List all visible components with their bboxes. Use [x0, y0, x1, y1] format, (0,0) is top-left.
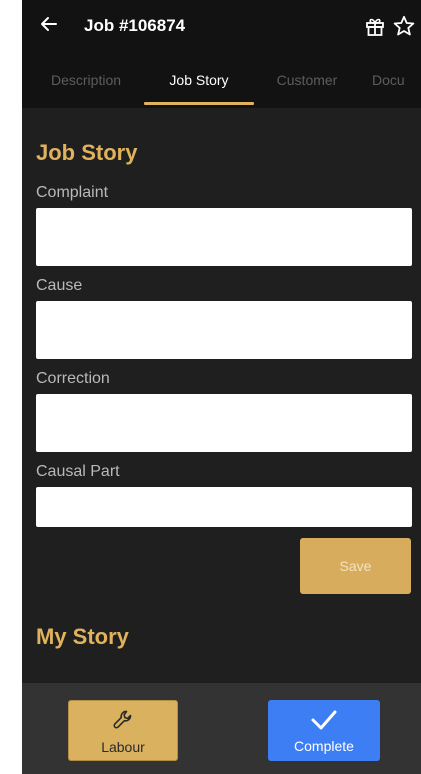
- labour-button[interactable]: Labour: [68, 700, 178, 761]
- tab-description[interactable]: Description: [36, 60, 136, 106]
- complete-button-label: Complete: [294, 738, 354, 754]
- checkmark-icon: [311, 710, 337, 730]
- favorite-button[interactable]: [392, 14, 416, 38]
- job-story-content: Job Story Complaint Cause Correction Cau…: [22, 108, 421, 683]
- complete-button[interactable]: Complete: [268, 700, 380, 761]
- back-button[interactable]: [36, 14, 62, 40]
- tab-job-story[interactable]: Job Story: [144, 60, 254, 106]
- active-tab-indicator: [144, 102, 254, 105]
- bottom-action-bar: Labour Complete: [22, 683, 421, 774]
- tab-documents[interactable]: Docu: [372, 60, 421, 106]
- app-bar: Job #106874: [22, 0, 421, 60]
- job-screen: Job #106874 Description Job Story Custom…: [22, 0, 421, 774]
- gift-button[interactable]: [364, 15, 386, 37]
- wrench-icon: [113, 710, 132, 729]
- gift-icon: [366, 18, 384, 36]
- tab-customer[interactable]: Customer: [262, 60, 352, 106]
- causal-part-label: Causal Part: [36, 463, 120, 480]
- cause-label: Cause: [36, 277, 83, 294]
- cause-input[interactable]: [36, 301, 412, 359]
- tab-bar: Description Job Story Customer Docu: [22, 60, 421, 108]
- causal-part-input[interactable]: [36, 487, 412, 527]
- complaint-label: Complaint: [36, 184, 109, 201]
- labour-button-label: Labour: [101, 739, 145, 755]
- section-title-job-story: Job Story: [36, 140, 138, 165]
- correction-input[interactable]: [36, 394, 412, 452]
- complaint-input[interactable]: [36, 208, 412, 266]
- arrow-left-icon: [41, 17, 57, 31]
- section-title-my-story: My Story: [36, 624, 129, 649]
- correction-label: Correction: [36, 370, 110, 387]
- page-title: Job #106874: [84, 16, 186, 35]
- star-outline-icon: [393, 15, 415, 36]
- save-button[interactable]: Save: [300, 538, 411, 594]
